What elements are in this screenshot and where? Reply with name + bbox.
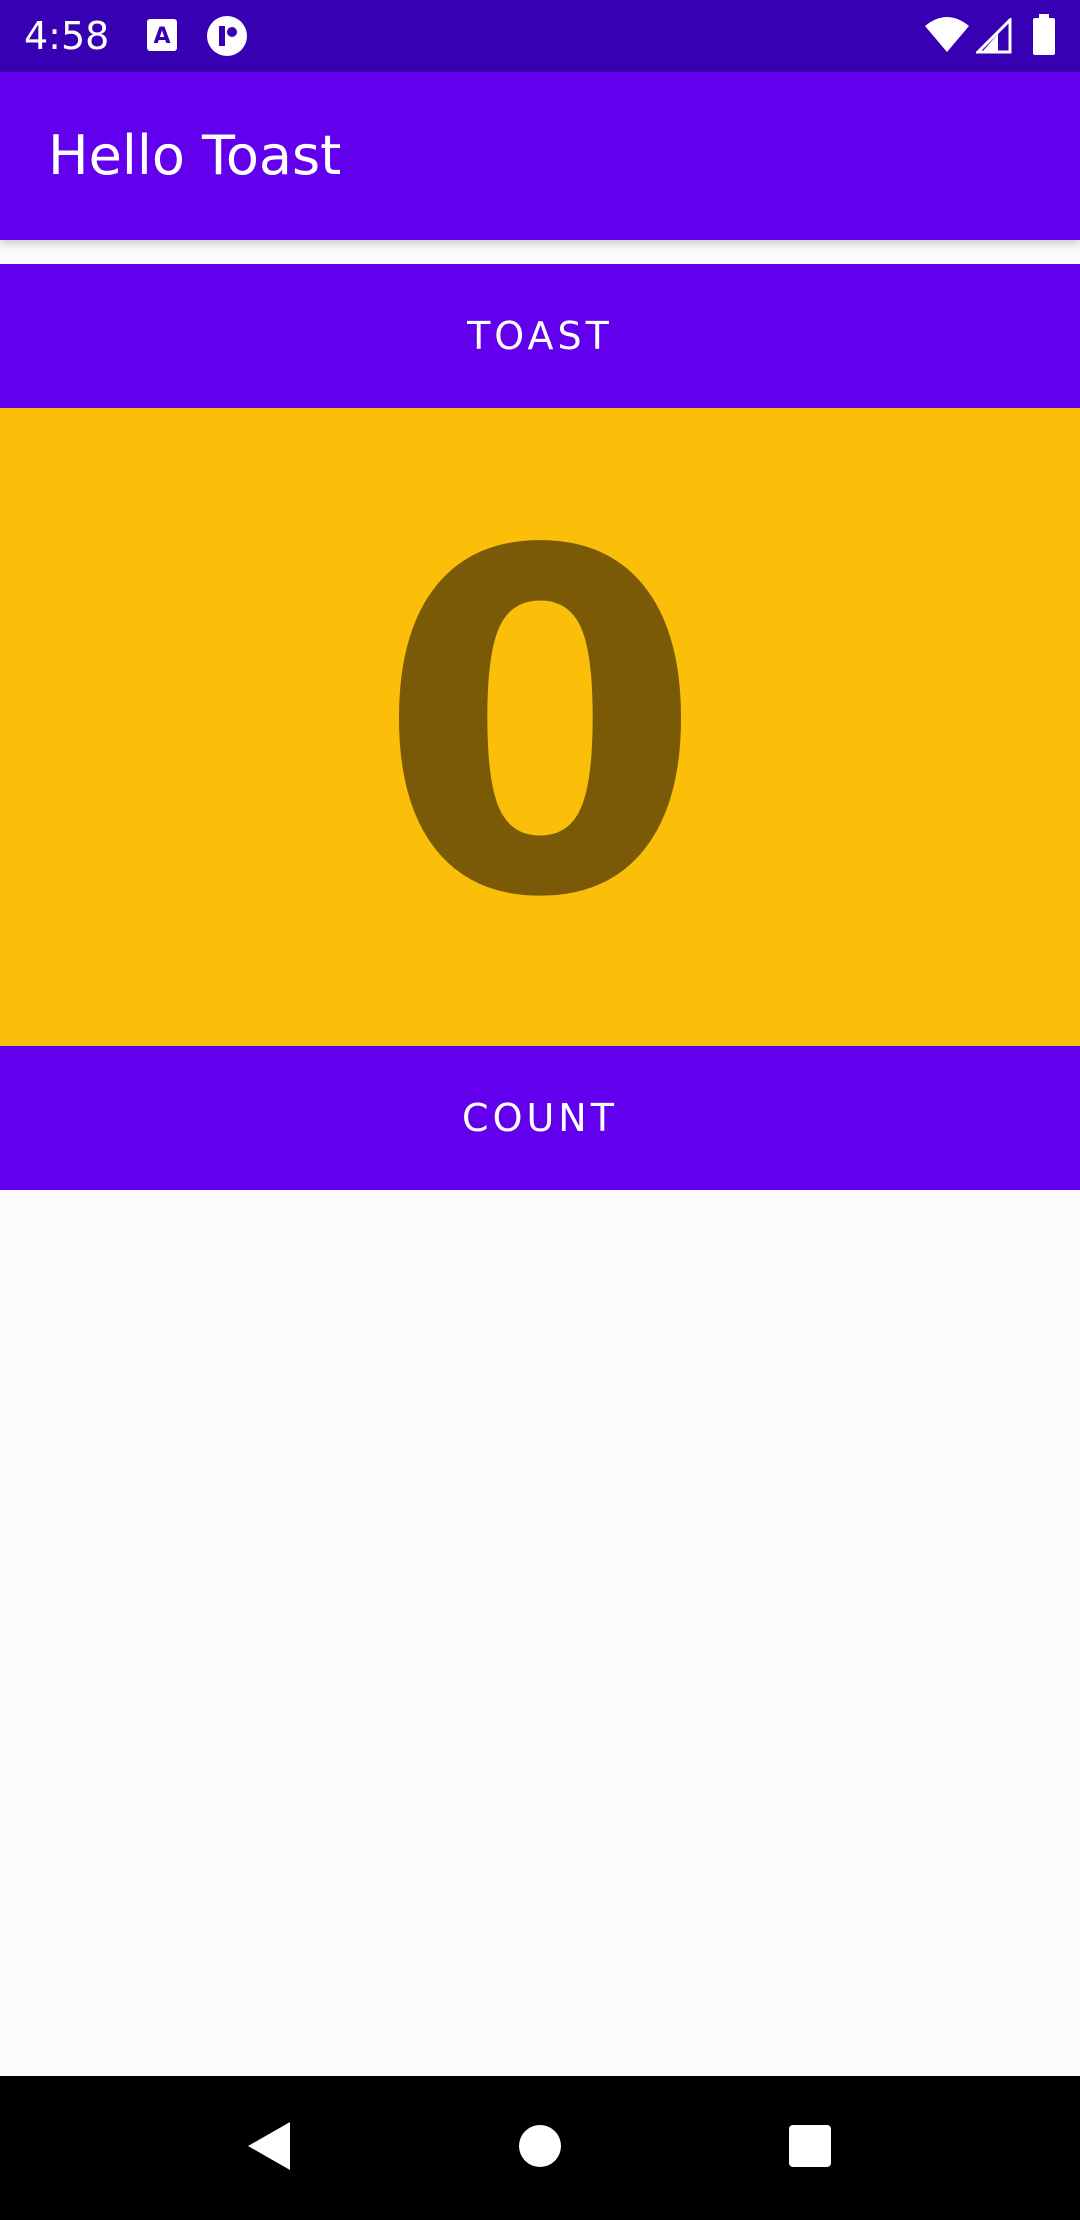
back-button[interactable] [228,2108,308,2188]
home-button[interactable] [500,2108,580,2188]
svg-text:A: A [153,24,170,49]
count-display-panel: 0 [0,408,1080,1046]
wifi-icon [924,16,970,58]
back-icon [244,2120,292,2176]
status-time: 4:58 [24,14,110,58]
signal-icon [974,16,1012,58]
recents-icon [788,2124,832,2172]
app-notification-icon [206,15,248,61]
count-button[interactable]: COUNT [0,1046,1080,1190]
battery-icon [1032,14,1056,60]
home-icon [518,2124,562,2172]
status-bar: 4:58 A [0,0,1080,72]
navigation-bar [0,2076,1080,2220]
app-title: Hello Toast [48,124,342,187]
app-screen: 4:58 A Hello Toast TOAST 0 COUNT [0,0,1080,2220]
app-bar: Hello Toast [0,72,1080,240]
recents-button[interactable] [770,2108,850,2188]
toast-button[interactable]: TOAST [0,264,1080,408]
a-square-notification-icon: A [146,18,178,56]
count-value: 0 [376,453,704,1000]
